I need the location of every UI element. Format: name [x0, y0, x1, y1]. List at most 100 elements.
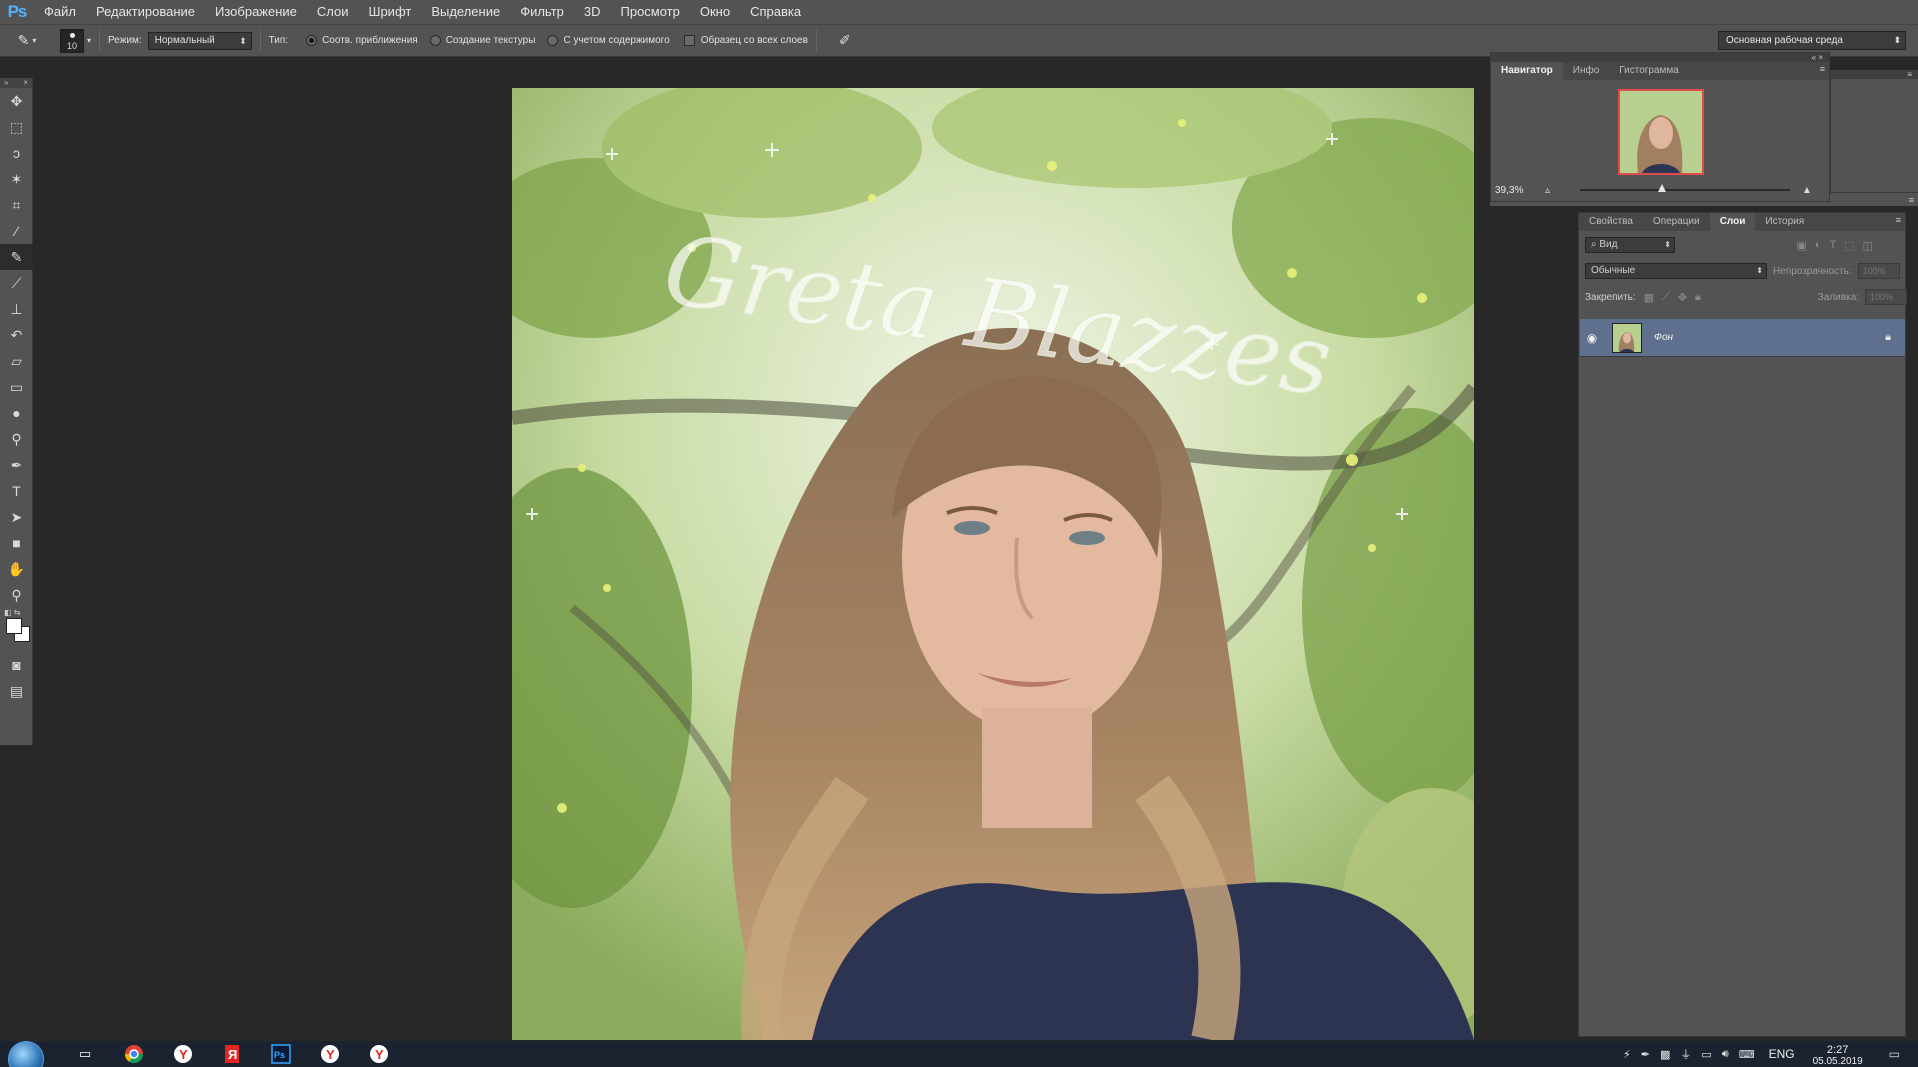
tab-properties[interactable]: Свойства [1579, 213, 1643, 231]
menu-filter[interactable]: Фильтр [510, 0, 574, 24]
hand-tool[interactable]: ✋ [0, 556, 33, 582]
canvas-area[interactable]: Greta Blazzes [34, 58, 1576, 1045]
type-radio-content-aware[interactable] [547, 35, 559, 46]
screen-mode-tool[interactable]: ▤ [0, 678, 33, 704]
collapse-icon[interactable]: » [4, 78, 8, 88]
lock-transparency-icon[interactable]: ▦ [1644, 291, 1654, 304]
layer-row[interactable]: ◉ Фон 🔒︎ [1580, 319, 1905, 357]
volume-icon[interactable]: 🔊︎ [1722, 1048, 1729, 1061]
lock-position-icon[interactable]: ✥ [1678, 291, 1687, 304]
path-selection-tool[interactable]: ➤ [0, 504, 33, 530]
yandex-taskbar-icon[interactable]: Y [170, 1043, 196, 1065]
yandex-taskbar-icon-2[interactable]: Y [317, 1043, 343, 1065]
collapse-icon[interactable]: « [1812, 53, 1816, 62]
blend-mode-select[interactable]: Обычные [1585, 263, 1767, 279]
healing-brush-tool[interactable]: ✎ [0, 244, 33, 270]
type-tool[interactable]: T [0, 478, 33, 504]
color-swatches[interactable]: ◧ ⇆ [0, 608, 32, 652]
tab-history[interactable]: История [1755, 213, 1814, 231]
marquee-tool[interactable]: ⬚ [0, 114, 33, 140]
type-radio-proximity[interactable] [306, 35, 318, 46]
panel-menu-icon[interactable]: ≡ [1896, 215, 1901, 225]
monitor-icon[interactable]: ▭ [1701, 1048, 1711, 1061]
brush-size-picker[interactable]: 10 [60, 28, 84, 53]
menu-file[interactable]: Файл [34, 0, 86, 24]
zoom-slider-handle[interactable] [1657, 184, 1666, 192]
menu-select[interactable]: Выделение [421, 0, 510, 24]
default-colors-icon[interactable]: ◧ ⇆ [4, 608, 20, 617]
eye-icon[interactable]: ◉ [1580, 331, 1604, 345]
mode-select[interactable]: Нормальный [147, 31, 252, 50]
tab-layers[interactable]: Слои [1709, 213, 1756, 231]
image-filter-icon[interactable]: ▣ [1796, 239, 1806, 252]
lock-all-icon[interactable]: 🔒︎ [1695, 291, 1701, 304]
zoom-slider[interactable] [1580, 184, 1791, 192]
menu-window[interactable]: Окно [690, 0, 740, 24]
menu-image[interactable]: Изображение [205, 0, 307, 24]
nvidia-icon[interactable]: ▩ [1660, 1048, 1670, 1061]
pen-tool[interactable]: ✒ [0, 452, 33, 478]
eraser-tool[interactable]: ▱ [0, 348, 33, 374]
quick-mask-tool[interactable]: ◙ [0, 652, 33, 678]
workspace-select[interactable]: Основная рабочая среда [1718, 31, 1906, 50]
panel-menu-icon[interactable]: ≡ [1909, 195, 1914, 205]
chevron-down-icon[interactable]: ▾ [87, 36, 91, 45]
layer-name[interactable]: Фон [1654, 332, 1885, 343]
explorer-taskbar-icon[interactable]: ▭ [72, 1043, 98, 1065]
tab-navigator[interactable]: Навигатор [1491, 62, 1563, 80]
panel-header[interactable]: « × [1491, 53, 1829, 62]
close-icon[interactable]: × [23, 78, 28, 88]
menu-3d[interactable]: 3D [574, 0, 611, 24]
tool-preset-picker[interactable]: ✎ ▾ [8, 29, 46, 53]
zoom-tool[interactable]: ⚲ [0, 582, 33, 608]
lock-pixels-icon[interactable]: ⟋ [1662, 291, 1670, 304]
type-radio-texture[interactable] [429, 35, 441, 46]
history-brush-tool[interactable]: ↶ [0, 322, 33, 348]
move-tool[interactable]: ✥ [0, 88, 33, 114]
menu-layers[interactable]: Слои [307, 0, 359, 24]
navigator-preview[interactable] [1618, 89, 1704, 175]
sample-all-layers-checkbox[interactable] [683, 35, 695, 46]
clock[interactable]: 2:27 05.05.2019 [1813, 1044, 1863, 1067]
menu-edit[interactable]: Редактирование [86, 0, 205, 24]
lock-icon[interactable]: 🔒︎ [1885, 331, 1891, 344]
menu-help[interactable]: Справка [740, 0, 811, 24]
usb-icon[interactable]: ⏚ [1680, 1046, 1691, 1062]
notifications-icon[interactable]: ▭ [1889, 1047, 1900, 1061]
gradient-tool[interactable]: ▭ [0, 374, 33, 400]
smart-object-filter-icon[interactable]: ◫ [1863, 239, 1873, 252]
panel-menu-icon[interactable]: ≡ [1907, 70, 1912, 79]
menu-type[interactable]: Шрифт [359, 0, 422, 24]
layer-filter-select[interactable]: ⌕ Вид [1585, 237, 1675, 253]
lasso-tool[interactable]: ↄ [0, 140, 33, 166]
fill-field[interactable]: 100% [1865, 289, 1907, 305]
collapsed-panel-strip[interactable]: ≡ [1830, 70, 1918, 196]
blur-tool[interactable]: ● [0, 400, 33, 426]
pen-tray-icon[interactable]: ✒ [1641, 1048, 1650, 1061]
magic-wand-tool[interactable]: ✶ [0, 166, 33, 192]
keyboard-icon[interactable]: ⌨ [1739, 1048, 1755, 1061]
dodge-tool[interactable]: ⚲ [0, 426, 33, 452]
shape-filter-icon[interactable]: ⬚ [1844, 239, 1854, 252]
panel-menu-icon[interactable]: ≡ [1820, 64, 1825, 74]
eyedropper-tool[interactable]: ⁄ [0, 218, 33, 244]
opacity-field[interactable]: 100% [1857, 263, 1900, 279]
panel-header[interactable]: ≡ [1831, 70, 1918, 79]
chrome-taskbar-icon[interactable] [121, 1043, 147, 1065]
yandex-browser-taskbar-icon[interactable]: Я [219, 1043, 245, 1065]
close-icon[interactable]: × [1818, 53, 1823, 62]
type-filter-icon[interactable]: T [1829, 239, 1836, 251]
crop-tool[interactable]: ⌗ [0, 192, 33, 218]
adjustment-filter-icon[interactable]: ◐ [1815, 239, 1822, 251]
clone-stamp-tool[interactable]: ⊥ [0, 296, 33, 322]
tab-info[interactable]: Инфо [1563, 62, 1610, 80]
menu-view[interactable]: Просмотр [611, 0, 690, 24]
toolbox-header[interactable]: » × [0, 78, 32, 88]
pressure-pen-icon[interactable]: ✐ [839, 32, 851, 49]
brush-tool[interactable]: ⟋ [0, 270, 33, 296]
document-image[interactable]: Greta Blazzes [512, 88, 1474, 1040]
zoom-out-icon[interactable]: ▵ [1545, 185, 1550, 196]
zoom-in-icon[interactable]: ▲ [1802, 185, 1812, 196]
shape-tool[interactable]: ■ [0, 530, 33, 556]
network-icon[interactable]: ⚡ [1623, 1048, 1631, 1061]
